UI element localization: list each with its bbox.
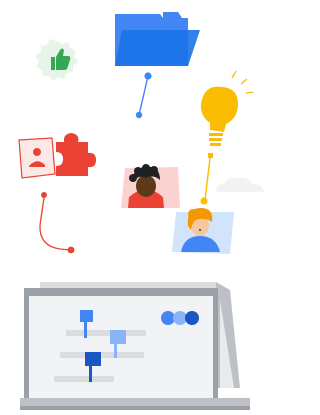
illustration-canvas (18, 12, 264, 410)
avatar-woman (172, 208, 234, 254)
person-card-icon (18, 137, 56, 179)
puzzle-connector (39, 192, 75, 254)
folder-connector (135, 72, 152, 119)
cloud-icon (216, 177, 264, 192)
avatar-man (121, 164, 180, 208)
laptop-with-timeline (20, 282, 250, 410)
folder-icon (115, 12, 200, 66)
collaborators-dots (161, 311, 199, 325)
illustration-stage (0, 0, 268, 415)
puzzle-icon (56, 133, 96, 176)
thumbs-up-badge-icon (35, 39, 78, 81)
